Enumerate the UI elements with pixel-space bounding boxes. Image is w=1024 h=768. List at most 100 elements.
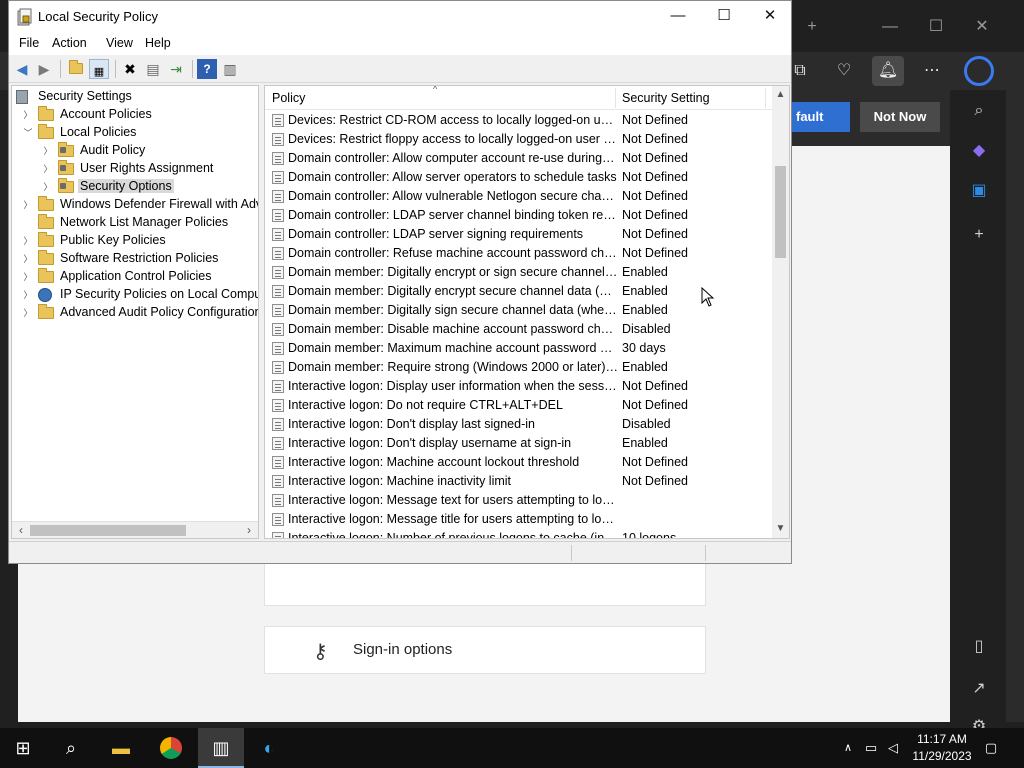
menu-action[interactable]: Action [52, 36, 87, 50]
show-hidden-icons-icon[interactable]: ∧ [840, 728, 856, 768]
policy-row[interactable]: Domain member: Digitally sign secure cha… [265, 301, 773, 320]
policy-row[interactable]: Interactive logon: Don't display usernam… [265, 434, 773, 453]
tree-horizontal-scrollbar[interactable]: ‹ › [12, 521, 258, 538]
menu-help[interactable]: Help [145, 36, 171, 50]
settings-card[interactable] [264, 562, 706, 606]
maximize-button[interactable]: ☐ [701, 1, 747, 33]
scroll-thumb[interactable] [30, 525, 186, 536]
tree-node-label: Software Restriction Policies [60, 251, 219, 265]
maximize-icon[interactable]: ☐ [916, 16, 956, 38]
up-one-level-icon[interactable] [66, 59, 86, 79]
security-setting-value: Not Defined [622, 189, 689, 203]
policy-row[interactable]: Domain controller: LDAP server signing r… [265, 225, 773, 244]
close-icon[interactable]: ✕ [962, 16, 1002, 38]
chevron-right-icon[interactable]: 〉 [22, 288, 34, 302]
menu-file[interactable]: File [19, 36, 39, 50]
minimize-button[interactable]: — [655, 1, 701, 33]
new-tab-icon[interactable]: + [792, 16, 832, 38]
delete-icon[interactable]: ✖ [120, 59, 140, 79]
policy-row[interactable]: Interactive logon: Machine account locko… [265, 453, 773, 472]
minimize-icon[interactable]: — [870, 16, 910, 38]
export-list-icon[interactable]: ⇥ [166, 59, 186, 79]
copilot-icon[interactable] [964, 56, 994, 86]
security-settings-icon [16, 90, 32, 104]
policy-row[interactable]: Interactive logon: Display user informat… [265, 377, 773, 396]
browser-essentials-icon[interactable]: ♡ [832, 60, 856, 82]
menu-view[interactable]: View [106, 36, 133, 50]
policy-row[interactable]: Interactive logon: Machine inactivity li… [265, 472, 773, 491]
policy-row[interactable]: Domain controller: Allow vulnerable Netl… [265, 187, 773, 206]
network-icon[interactable]: ▭ [862, 728, 880, 768]
policy-row[interactable]: Domain controller: LDAP server channel b… [265, 206, 773, 225]
scroll-thumb[interactable] [775, 166, 786, 258]
policy-row[interactable]: Devices: Restrict floppy access to local… [265, 130, 773, 149]
chevron-right-icon[interactable]: 〉 [22, 234, 34, 248]
system-clock[interactable]: 11:17 AM 11/29/2023 [904, 731, 980, 765]
show-hide-console-tree-icon[interactable]: ▦ [89, 59, 109, 79]
not-now-button[interactable]: Not Now [860, 102, 940, 132]
notifications-bell-icon[interactable]: 🔔︎ [872, 56, 904, 86]
scroll-down-icon[interactable]: ▼ [773, 521, 788, 537]
policy-row[interactable]: Domain member: Digitally encrypt or sign… [265, 263, 773, 282]
column-header-policy[interactable]: Policy [272, 91, 305, 105]
policy-name: Devices: Restrict floppy access to local… [288, 132, 618, 146]
column-divider[interactable] [615, 88, 616, 108]
outlook-icon[interactable]: ▣ [966, 178, 992, 204]
open-external-icon[interactable]: ↗ [966, 676, 992, 702]
set-default-button[interactable]: fault [792, 102, 850, 132]
search-icon[interactable]: ⌕ [966, 98, 992, 124]
policy-row[interactable]: Domain member: Digitally encrypt secure … [265, 282, 773, 301]
scroll-right-icon[interactable]: › [242, 523, 256, 537]
policy-row[interactable]: Interactive logon: Do not require CTRL+A… [265, 396, 773, 415]
chrome-icon[interactable] [148, 728, 194, 768]
policy-row[interactable]: Domain controller: Allow computer accoun… [265, 149, 773, 168]
start-windows-icon[interactable]: ⊞ [0, 728, 46, 768]
policy-row[interactable]: Interactive logon: Number of previous lo… [265, 529, 773, 538]
policy-row[interactable]: Domain member: Require strong (Windows 2… [265, 358, 773, 377]
chevron-right-icon[interactable]: 〉 [22, 252, 34, 266]
policy-row[interactable]: Domain controller: Refuse machine accoun… [265, 244, 773, 263]
properties-icon[interactable]: ▤ [143, 59, 163, 79]
edge-icon[interactable]: ◐ [246, 728, 292, 768]
policy-row[interactable]: Interactive logon: Message title for use… [265, 510, 773, 529]
scroll-up-icon[interactable]: ▲ [773, 87, 788, 103]
column-header-security-setting[interactable]: Security Setting [622, 91, 710, 105]
file-explorer-icon[interactable]: ▬ [98, 728, 144, 768]
hide-sidebar-icon[interactable]: ▯ [966, 634, 992, 660]
forward-icon[interactable]: ▶ [34, 59, 54, 79]
toolbar-separator [115, 60, 116, 78]
chevron-right-icon[interactable]: 〉 [42, 180, 54, 194]
back-icon[interactable]: ◀ [12, 59, 32, 79]
add-sidebar-app-icon[interactable]: + [966, 222, 992, 248]
help-icon[interactable]: ? [197, 59, 217, 79]
show-hide-action-pane-icon[interactable]: ▥ [220, 59, 240, 79]
edge-page-scrollbar[interactable] [1006, 90, 1024, 722]
title-bar[interactable]: Local Security Policy — ☐ ✕ [9, 1, 791, 33]
chevron-down-icon[interactable]: ﹀ [22, 126, 34, 140]
notification-center-icon[interactable]: ▢ [980, 728, 1002, 768]
policy-row[interactable]: Interactive logon: Don't display last si… [265, 415, 773, 434]
copilot-sidebar-icon[interactable]: ◆ [966, 138, 992, 164]
chevron-right-icon[interactable]: 〉 [42, 144, 54, 158]
more-options-icon[interactable]: ⋯ [920, 60, 944, 82]
policy-row[interactable]: Domain member: Maximum machine account p… [265, 339, 773, 358]
policy-name: Domain controller: LDAP server signing r… [288, 227, 584, 241]
policy-row[interactable]: Domain member: Disable machine account p… [265, 320, 773, 339]
close-button[interactable]: ✕ [747, 1, 793, 33]
chevron-right-icon[interactable]: 〉 [42, 162, 54, 176]
chevron-right-icon[interactable]: 〉 [22, 108, 34, 122]
list-vertical-scrollbar[interactable]: ▲ ▼ [772, 86, 789, 538]
policy-row[interactable]: Interactive logon: Message text for user… [265, 491, 773, 510]
volume-muted-icon[interactable]: ◁ [884, 728, 902, 768]
policy-row[interactable]: Domain controller: Allow server operator… [265, 168, 773, 187]
signin-options-card[interactable]: ⚷ Sign-in options [264, 626, 706, 674]
chevron-right-icon[interactable]: 〉 [22, 270, 34, 284]
scroll-left-icon[interactable]: ‹ [14, 523, 28, 537]
chevron-right-icon[interactable]: 〉 [22, 198, 34, 212]
security-setting-value: Disabled [622, 417, 671, 431]
policy-row[interactable]: Devices: Restrict CD-ROM access to local… [265, 111, 773, 130]
search-icon[interactable]: ⌕ [48, 728, 94, 768]
chevron-right-icon[interactable]: 〉 [22, 306, 34, 320]
local-security-policy-taskbar-icon[interactable]: ▥ [198, 728, 244, 768]
column-divider[interactable] [765, 88, 766, 108]
